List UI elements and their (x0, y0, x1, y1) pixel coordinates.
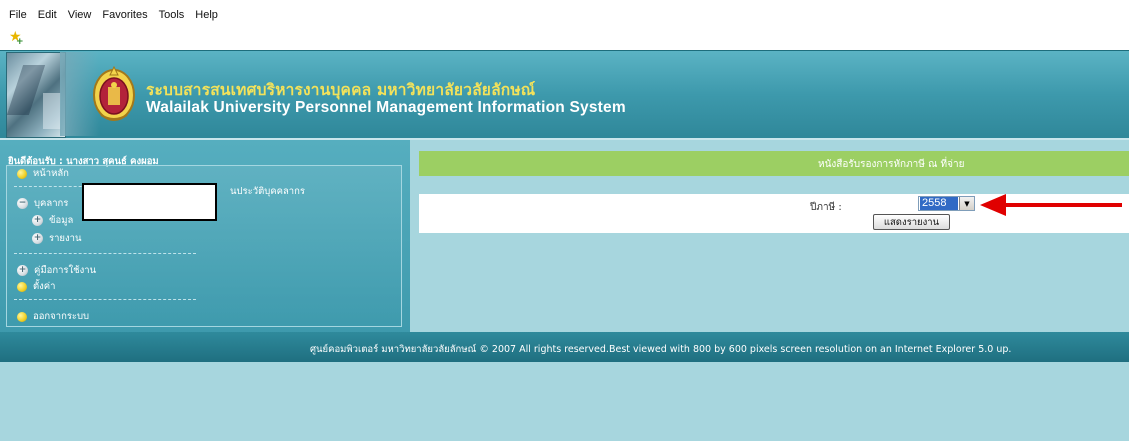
show-report-button[interactable]: แสดงรายงาน (873, 214, 950, 230)
redaction-box (82, 183, 217, 221)
footer-copyright: ศูนย์คอมพิวเตอร์ มหาวิทยาลัยวลัยลักษณ์ ©… (310, 344, 1012, 355)
sidebar-item-label: ข้อมูล (49, 215, 74, 226)
header-title-english: Walailak University Personnel Management… (146, 99, 626, 116)
tax-year-select[interactable]: 2558 ▼ (918, 196, 975, 211)
plus-circle-icon: + (32, 233, 43, 244)
menu-file[interactable]: File (9, 9, 27, 21)
tax-year-label: ปีภาษี : (810, 202, 842, 213)
sidebar-item-settings[interactable]: ตั้งค่า (17, 279, 56, 294)
menu-tools[interactable]: Tools (159, 9, 185, 21)
annotation-arrow-icon (980, 194, 1122, 216)
sidebar-item-logout[interactable]: ออกจากระบบ (17, 309, 89, 324)
sidebar-item-label: บุคลากร (34, 198, 69, 209)
chevron-down-icon[interactable]: ▼ (959, 197, 974, 210)
sidebar-item-personnel[interactable]: − บุคลากร (17, 196, 68, 211)
sidebar-item-label: คู่มือการใช้งาน (34, 265, 97, 276)
sidebar-section-text: นประวัติบุคคลากร (230, 186, 305, 197)
banner-photo (6, 52, 66, 138)
minus-circle-icon: − (17, 198, 28, 209)
yellow-dot-icon (17, 311, 27, 322)
tax-year-value: 2558 (920, 197, 958, 210)
sidebar-item-data[interactable]: + ข้อมูล (32, 213, 73, 228)
university-seal-icon (93, 65, 135, 121)
menu-help[interactable]: Help (195, 9, 218, 21)
sidebar-item-label: ออกจากระบบ (33, 311, 90, 322)
sidebar-item-report[interactable]: + รายงาน (32, 231, 81, 246)
menu-favorites[interactable]: Favorites (102, 9, 147, 21)
yellow-dot-icon (17, 168, 27, 179)
sidebar-item-label: หน้าหลัก (33, 168, 69, 179)
menu-edit[interactable]: Edit (38, 9, 57, 21)
plus-circle-icon: + (32, 215, 43, 226)
plus-circle-icon: + (17, 265, 28, 276)
document-title-bar (419, 151, 1129, 176)
sidebar-item-label: รายงาน (49, 233, 82, 244)
browser-menubar: File Edit View Favorites Tools Help (0, 0, 1129, 51)
menu-view[interactable]: View (68, 9, 92, 21)
sidebar-item-home[interactable]: หน้าหลัก (17, 166, 69, 181)
yellow-dot-icon (17, 281, 27, 292)
sidebar-item-manual[interactable]: + คู่มือการใช้งาน (17, 263, 96, 278)
sidebar-item-label: ตั้งค่า (33, 281, 56, 292)
document-title: หนังสือรับรองการหักภาษี ณ ที่จ่าย (818, 159, 965, 170)
add-favorite-star-icon[interactable]: ★ + (9, 30, 24, 47)
